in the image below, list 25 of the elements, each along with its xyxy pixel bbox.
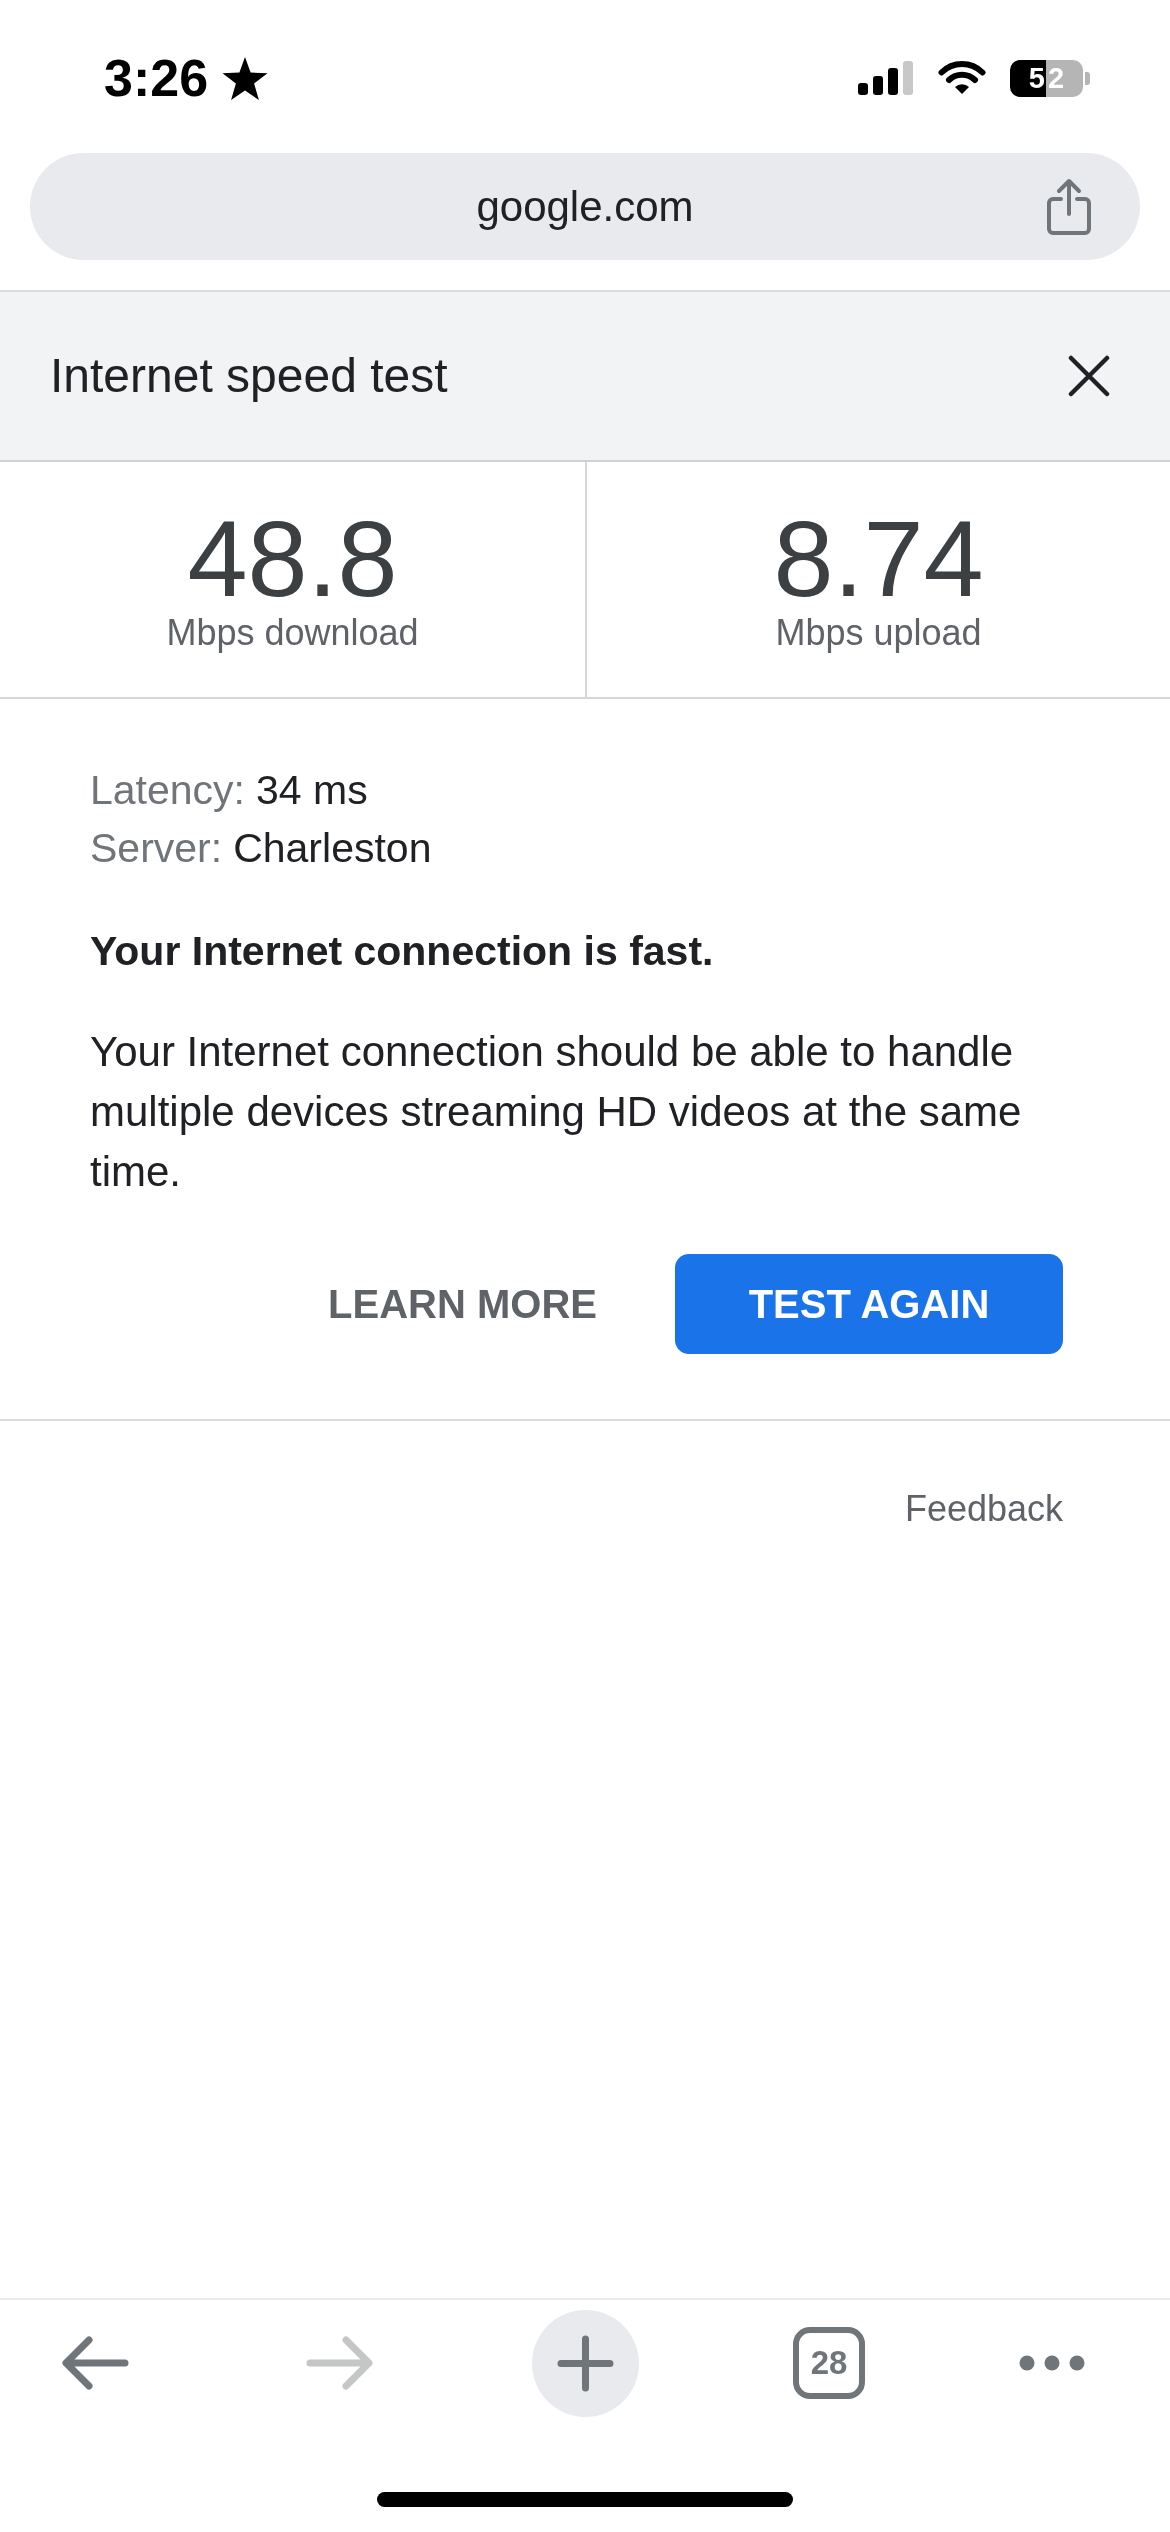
speed-unit: Mbps download <box>166 610 419 655</box>
test-again-button[interactable]: TEST AGAIN <box>675 1254 1063 1354</box>
signal-icon <box>858 61 914 95</box>
feedback-link[interactable]: Feedback <box>904 1487 1063 1531</box>
address-bar[interactable]: google.com <box>30 153 1140 260</box>
speed-value: 8.74 <box>773 504 984 613</box>
tab-switcher-button[interactable]: 28 <box>793 2327 865 2399</box>
more-icon[interactable] <box>1019 2355 1085 2371</box>
result-heading: Your Internet connection is fast. <box>90 927 715 976</box>
detail-value: Charleston <box>233 824 432 873</box>
back-arrow-icon[interactable] <box>61 2335 129 2391</box>
star-icon <box>222 56 269 100</box>
detail-label: Server: <box>90 824 223 873</box>
detail-value: 34 ms <box>256 766 368 815</box>
wifi-icon <box>938 60 986 96</box>
url-text: google.com <box>476 181 694 232</box>
status-time: 3:26 <box>104 48 209 108</box>
learn-more-button[interactable]: LEARN MORE <box>295 1254 630 1354</box>
result-description: Your Internet connection should be able to handle multiple devices streaming HD videos at the same time. <box>90 1027 1023 1197</box>
close-icon[interactable] <box>1068 355 1110 397</box>
speed-value: 48.8 <box>187 504 398 613</box>
share-icon[interactable] <box>1044 177 1094 236</box>
detail-label: Latency: <box>90 766 245 815</box>
panel-title: Internet speed test <box>50 348 448 404</box>
speed-unit: Mbps upload <box>775 610 982 655</box>
